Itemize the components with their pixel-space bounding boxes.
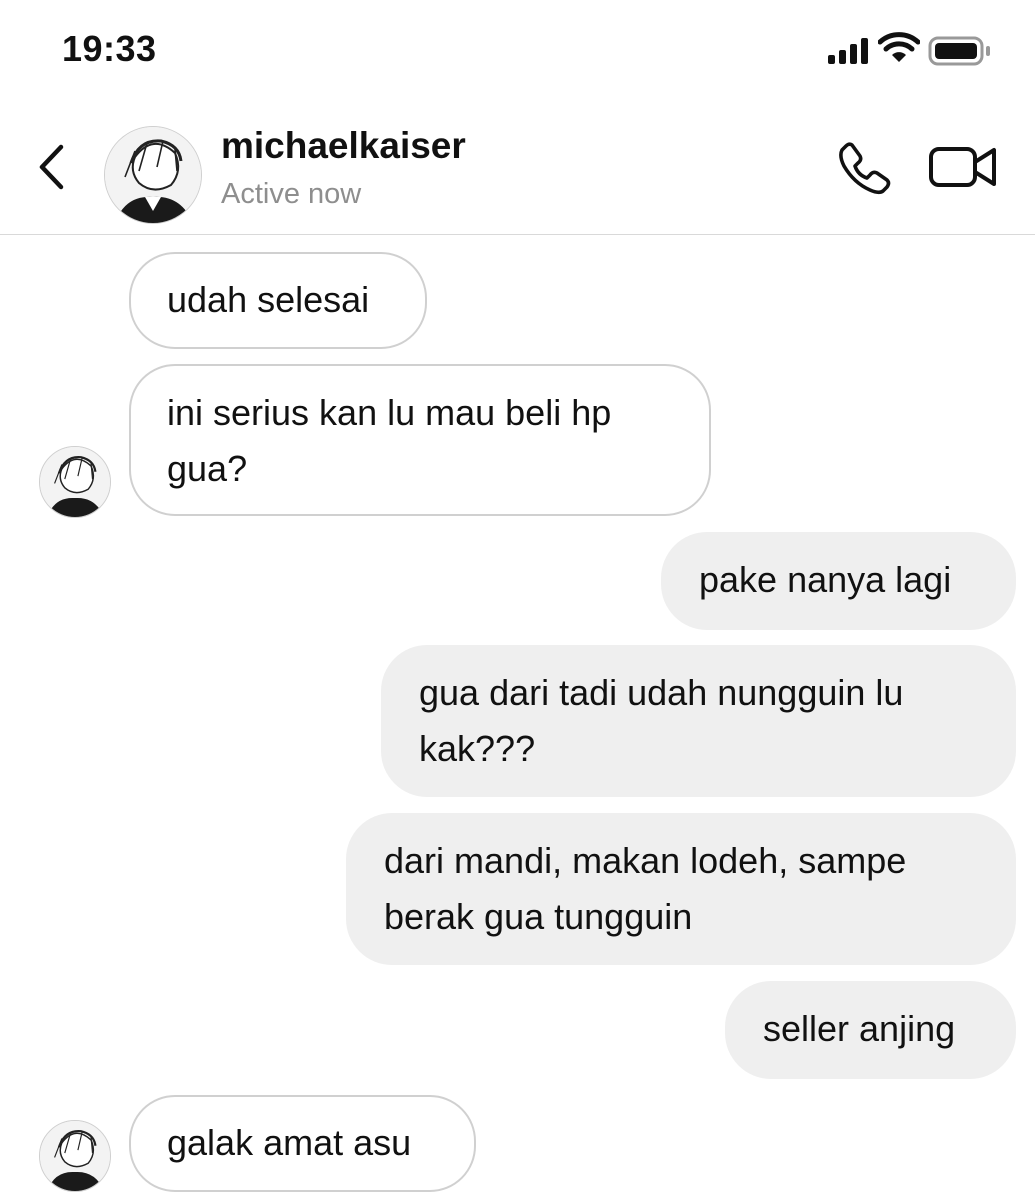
message-bubble-outgoing[interactable]: dari mandi, makan lodeh, sampe berak gua… — [346, 813, 1016, 965]
presence-status: Active now — [221, 178, 362, 210]
message-bubble-incoming[interactable]: galak amat asu — [129, 1095, 476, 1192]
chevron-left-icon[interactable] — [36, 143, 66, 196]
wifi-icon — [877, 32, 921, 69]
message-bubble-incoming[interactable]: ini serius kan lu mau beli hp gua? — [129, 364, 711, 516]
avatar[interactable] — [104, 126, 202, 224]
chat-username[interactable]: michaelkaiser — [221, 125, 466, 167]
battery-icon — [928, 36, 992, 71]
chat-header: michaelkaiser Active now — [0, 100, 1035, 235]
message-bubble-outgoing[interactable]: seller anjing — [725, 981, 1016, 1079]
status-time: 19:33 — [62, 28, 157, 69]
cellular-signal-icon — [828, 38, 870, 69]
phone-icon[interactable] — [836, 140, 892, 201]
message-bubble-outgoing[interactable]: pake nanya lagi — [661, 532, 1016, 630]
status-bar: 19:33 — [0, 0, 1035, 100]
message-bubble-incoming[interactable]: udah selesai — [129, 252, 427, 349]
video-camera-icon[interactable] — [928, 144, 998, 195]
avatar[interactable] — [39, 1120, 111, 1192]
message-bubble-outgoing[interactable]: gua dari tadi udah nungguin lu kak??? — [381, 645, 1016, 797]
avatar[interactable] — [39, 446, 111, 518]
